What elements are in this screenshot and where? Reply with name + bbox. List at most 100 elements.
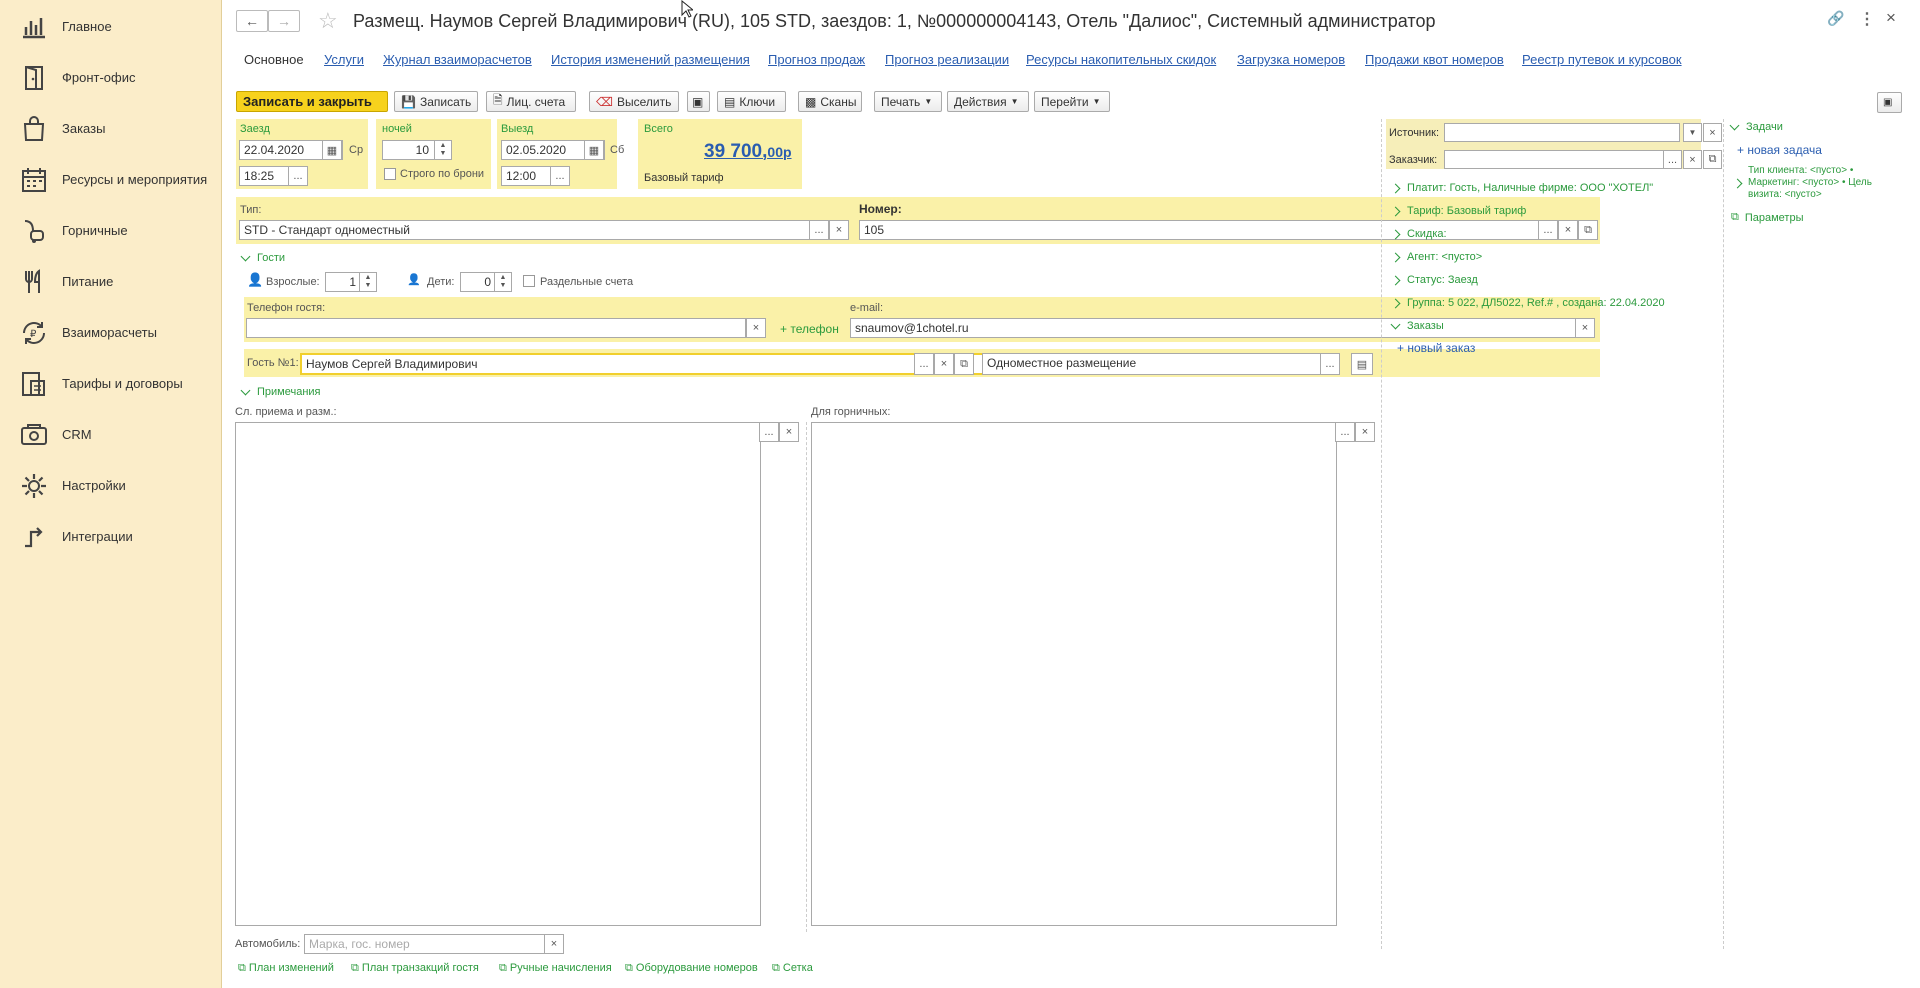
clear-icon[interactable]: × <box>1558 220 1578 240</box>
keys-button[interactable]: ▤ Ключи <box>717 91 786 112</box>
clear-icon[interactable]: × <box>1703 123 1722 142</box>
tab-main[interactable]: Основное <box>244 52 304 67</box>
split-accounts-checkbox[interactable] <box>523 275 535 287</box>
tab-room-load[interactable]: Загрузка номеров <box>1237 52 1345 67</box>
splitter[interactable] <box>806 422 807 932</box>
source-select[interactable] <box>1444 123 1680 142</box>
children-stepper[interactable]: ▲ ▼ <box>494 272 512 292</box>
discount-item[interactable]: Скидка: <box>1390 228 1447 240</box>
sidebar-item-resources[interactable]: Ресурсы и мероприятия <box>0 154 222 205</box>
checkin-time-input[interactable]: 18:25 <box>239 166 293 186</box>
close-icon[interactable]: × <box>1886 8 1896 28</box>
personal-accounts-button[interactable]: 🗎 Лиц. счета <box>486 91 576 112</box>
tab-services[interactable]: Услуги <box>324 52 364 67</box>
room-type-input[interactable]: STD - Стандарт одноместный <box>239 220 817 240</box>
select-button[interactable]: ... <box>914 353 934 375</box>
more-menu-icon[interactable]: ⋮ <box>1859 9 1875 29</box>
clear-icon[interactable]: × <box>829 220 849 240</box>
select-button[interactable]: ... <box>1663 150 1682 169</box>
open-icon[interactable]: ⧉ <box>954 353 974 375</box>
open-icon[interactable]: ⧉ <box>1703 150 1722 169</box>
checkout-time-input[interactable]: 12:00 <box>501 166 555 186</box>
sidebar-item-integrations[interactable]: Интеграции <box>0 511 222 562</box>
new-task-link[interactable]: + новая задача <box>1737 143 1822 157</box>
sidebar-item-maids[interactable]: Горничные <box>0 205 222 256</box>
footer-link-changes-plan[interactable]: ⧉ План изменений <box>238 962 334 975</box>
save-button[interactable]: 💾 Записать <box>394 91 478 112</box>
dropdown-arrow-icon[interactable]: ▼ <box>1683 123 1702 142</box>
clear-icon[interactable]: × <box>1355 422 1375 442</box>
form-settings-button[interactable]: ▣ <box>1877 92 1902 113</box>
clear-icon[interactable]: × <box>1575 318 1595 338</box>
parameters-link[interactable]: ⧉ Параметры <box>1731 211 1804 224</box>
sidebar-item-main[interactable]: Главное <box>0 1 222 52</box>
select-button[interactable]: ... <box>759 422 779 442</box>
select-button[interactable]: ... <box>1335 422 1355 442</box>
actions-menu-button[interactable]: Действия ▼ <box>947 91 1029 112</box>
total-amount-link[interactable]: 39 700,00р <box>704 141 792 163</box>
select-button[interactable]: ... <box>1538 220 1558 240</box>
guest-phone-input[interactable] <box>246 318 746 338</box>
clear-icon[interactable]: × <box>544 934 564 954</box>
chevron-right-icon[interactable] <box>1732 178 1743 189</box>
strict-by-booking-checkbox[interactable] <box>384 168 396 180</box>
checkout-button[interactable]: ⌫ Выселить <box>589 91 679 112</box>
car-input[interactable]: Марка, гос. номер <box>304 934 548 954</box>
select-button[interactable]: ... <box>288 166 308 186</box>
guest-card-button[interactable]: ▤ <box>1351 353 1373 375</box>
orders-section-toggle[interactable]: Заказы <box>1390 319 1444 332</box>
tab-sales-forecast[interactable]: Прогноз продаж <box>768 52 865 67</box>
sidebar-item-tariffs[interactable]: Тарифы и договоры <box>0 358 222 409</box>
clear-icon[interactable]: × <box>779 422 799 442</box>
agent-item[interactable]: Агент: <пусто> <box>1390 251 1482 263</box>
tab-discount-resources[interactable]: Ресурсы накопительных скидок <box>1026 52 1216 67</box>
sidebar-item-front-office[interactable]: Фронт-офис <box>0 52 222 103</box>
save-and-close-button[interactable]: Записать и закрыть <box>236 91 388 112</box>
tab-vouchers-register[interactable]: Реестр путевок и курсовок <box>1522 52 1682 67</box>
reception-notes-textarea[interactable] <box>235 422 761 926</box>
nights-stepper[interactable]: ▲ ▼ <box>434 140 452 160</box>
print-menu-button[interactable]: Печать ▼ <box>874 91 942 112</box>
forward-button[interactable]: → <box>268 10 300 32</box>
tab-change-history[interactable]: История изменений размещения <box>551 52 750 67</box>
sidebar-item-crm[interactable]: CRM <box>0 409 222 460</box>
select-button[interactable]: ... <box>809 220 829 240</box>
guests-section-toggle[interactable]: Гости <box>240 251 285 264</box>
guest-name-input[interactable]: Наумов Сергей Владимирович <box>300 353 994 375</box>
adults-stepper[interactable]: ▲ ▼ <box>359 272 377 292</box>
scans-button[interactable]: ▩ Сканы <box>798 91 862 112</box>
footer-link-manual-charges[interactable]: ⧉ Ручные начисления <box>499 962 612 975</box>
footer-link-grid[interactable]: ⧉ Сетка <box>772 962 813 975</box>
clear-icon[interactable]: × <box>746 318 766 338</box>
clear-icon[interactable]: × <box>934 353 954 375</box>
calendar-icon[interactable]: ▦ <box>322 140 342 160</box>
select-button[interactable]: ... <box>1320 353 1340 375</box>
clear-icon[interactable]: × <box>1683 150 1702 169</box>
select-button[interactable]: ... <box>550 166 570 186</box>
calendar-icon[interactable]: ▦ <box>584 140 604 160</box>
email-input[interactable]: snaumov@1chotel.ru <box>850 318 1580 338</box>
window-button[interactable]: ▣ <box>687 91 710 112</box>
tab-settlements-journal[interactable]: Журнал взаиморасчетов <box>383 52 532 67</box>
maid-notes-textarea[interactable] <box>811 422 1337 926</box>
sidebar-item-orders[interactable]: Заказы <box>0 103 222 154</box>
client-info-text[interactable]: Тип клиента: <пусто> • Маркетинг: <пусто… <box>1748 165 1898 201</box>
customer-input[interactable] <box>1444 150 1680 169</box>
sidebar-item-food[interactable]: Питание <box>0 256 222 307</box>
back-button[interactable]: ← <box>236 10 268 32</box>
accommodation-input[interactable]: Одноместное размещение <box>982 353 1340 375</box>
tasks-section-toggle[interactable]: Задачи <box>1729 120 1783 133</box>
tab-realization-forecast[interactable]: Прогноз реализации <box>885 52 1009 67</box>
tab-quota-sales[interactable]: Продажи квот номеров <box>1365 52 1504 67</box>
status-item[interactable]: Статус: Заезд <box>1390 274 1478 286</box>
add-phone-link[interactable]: + телефон <box>780 322 839 336</box>
open-icon[interactable]: ⧉ <box>1578 220 1598 240</box>
goto-menu-button[interactable]: Перейти ▼ <box>1034 91 1110 112</box>
payer-item[interactable]: Платит: Гость, Наличные фирме: ООО "ХОТЕ… <box>1390 182 1653 194</box>
sidebar-item-settlements[interactable]: ₽ Взаиморасчеты <box>0 307 222 358</box>
sidebar-item-settings[interactable]: Настройки <box>0 460 222 511</box>
notes-section-toggle[interactable]: Примечания <box>240 385 321 398</box>
tariff-item[interactable]: Тариф: Базовый тариф <box>1390 205 1526 217</box>
favorite-star-icon[interactable]: ☆ <box>318 8 338 34</box>
new-order-link[interactable]: + новый заказ <box>1397 341 1475 355</box>
